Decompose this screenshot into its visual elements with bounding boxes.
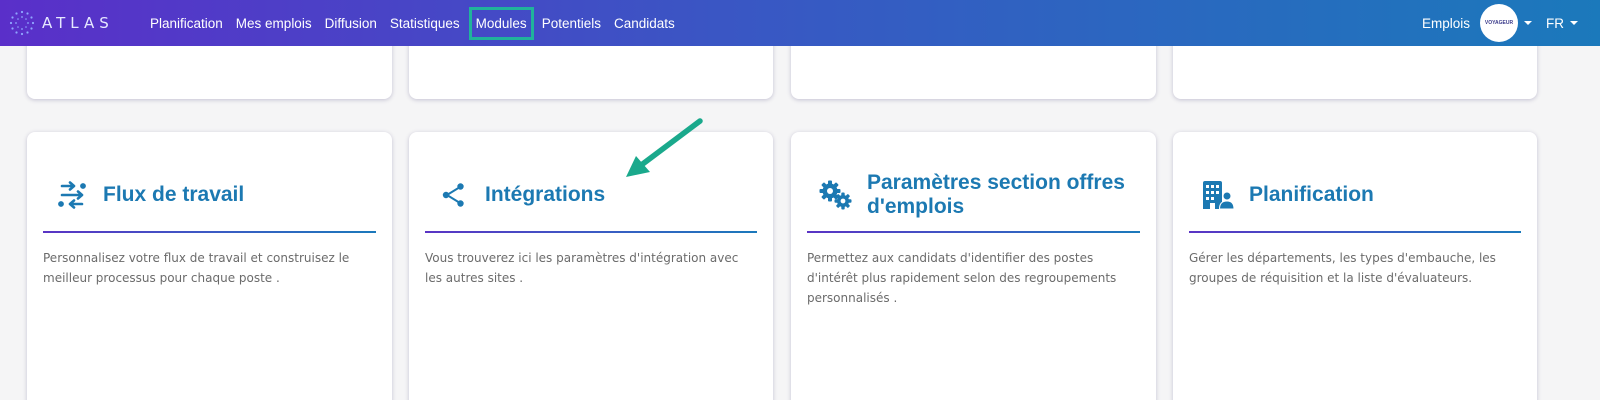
avatar-text: VOYAGEUR xyxy=(1484,20,1514,26)
module-card-parametres-offres[interactable]: Paramètres section offres d'emplois Perm… xyxy=(791,132,1156,400)
nav-item-planification[interactable]: Planification xyxy=(144,8,229,39)
app-logo[interactable]: ATLAS xyxy=(8,9,130,37)
chevron-down-icon xyxy=(1570,21,1578,25)
card-title: Paramètres section offres d'emplois xyxy=(867,171,1125,218)
card-header: Flux de travail xyxy=(43,158,376,232)
card-title: Intégrations xyxy=(485,183,606,206)
card-description: Permettez aux candidats d'identifier des… xyxy=(807,251,1117,305)
card-header: Paramètres section offres d'emplois xyxy=(807,158,1140,232)
emplois-link[interactable]: Emplois xyxy=(1422,16,1470,31)
nav-item-statistiques[interactable]: Statistiques xyxy=(384,8,466,39)
annotation-arrow-icon xyxy=(626,118,703,177)
card-description: Vous trouverez ici les paramètres d'inté… xyxy=(425,251,739,285)
gears-icon xyxy=(807,180,865,210)
card-title: Planification xyxy=(1249,183,1374,206)
building-user-icon xyxy=(1189,181,1247,209)
card-title: Flux de travail xyxy=(103,183,245,206)
avatar[interactable]: VOYAGEUR xyxy=(1480,4,1518,42)
card-divider xyxy=(425,231,757,233)
top-navbar: ATLAS Planification Mes emplois Diffusio… xyxy=(0,0,1600,46)
main-nav: Planification Mes emplois Diffusion Stat… xyxy=(144,6,682,40)
nav-item-diffusion[interactable]: Diffusion xyxy=(319,8,383,39)
chevron-down-icon[interactable] xyxy=(1524,21,1532,25)
module-card-flux-de-travail[interactable]: Flux de travail Personnalisez votre flux… xyxy=(27,132,392,400)
nav-item-modules[interactable]: Modules xyxy=(468,6,534,40)
module-card-planification[interactable]: Planification Gérer les départements, le… xyxy=(1173,132,1537,400)
logo-text: ATLAS xyxy=(42,14,114,32)
workflow-arrows-icon xyxy=(43,180,101,210)
account-menu[interactable]: VOYAGEUR xyxy=(1480,4,1532,42)
module-card-integrations[interactable]: Intégrations Vous trouverez ici les para… xyxy=(409,132,773,400)
card-description: Personnalisez votre flux de travail et c… xyxy=(43,251,350,285)
share-nodes-icon xyxy=(425,182,483,208)
language-selector[interactable]: FR xyxy=(1546,16,1578,31)
card-description: Gérer les départements, les types d'emba… xyxy=(1189,251,1496,285)
nav-item-potentiels[interactable]: Potentiels xyxy=(536,8,607,39)
navbar-right: Emplois VOYAGEUR FR xyxy=(1422,4,1600,42)
card-divider xyxy=(43,231,376,233)
card-header: Planification xyxy=(1189,158,1521,232)
card-divider xyxy=(807,231,1140,233)
language-label: FR xyxy=(1546,15,1564,31)
nav-item-mes-emplois[interactable]: Mes emplois xyxy=(230,8,318,39)
nav-item-candidats[interactable]: Candidats xyxy=(608,8,681,39)
card-divider xyxy=(1189,231,1521,233)
dotted-circle-logo-icon xyxy=(9,10,35,36)
